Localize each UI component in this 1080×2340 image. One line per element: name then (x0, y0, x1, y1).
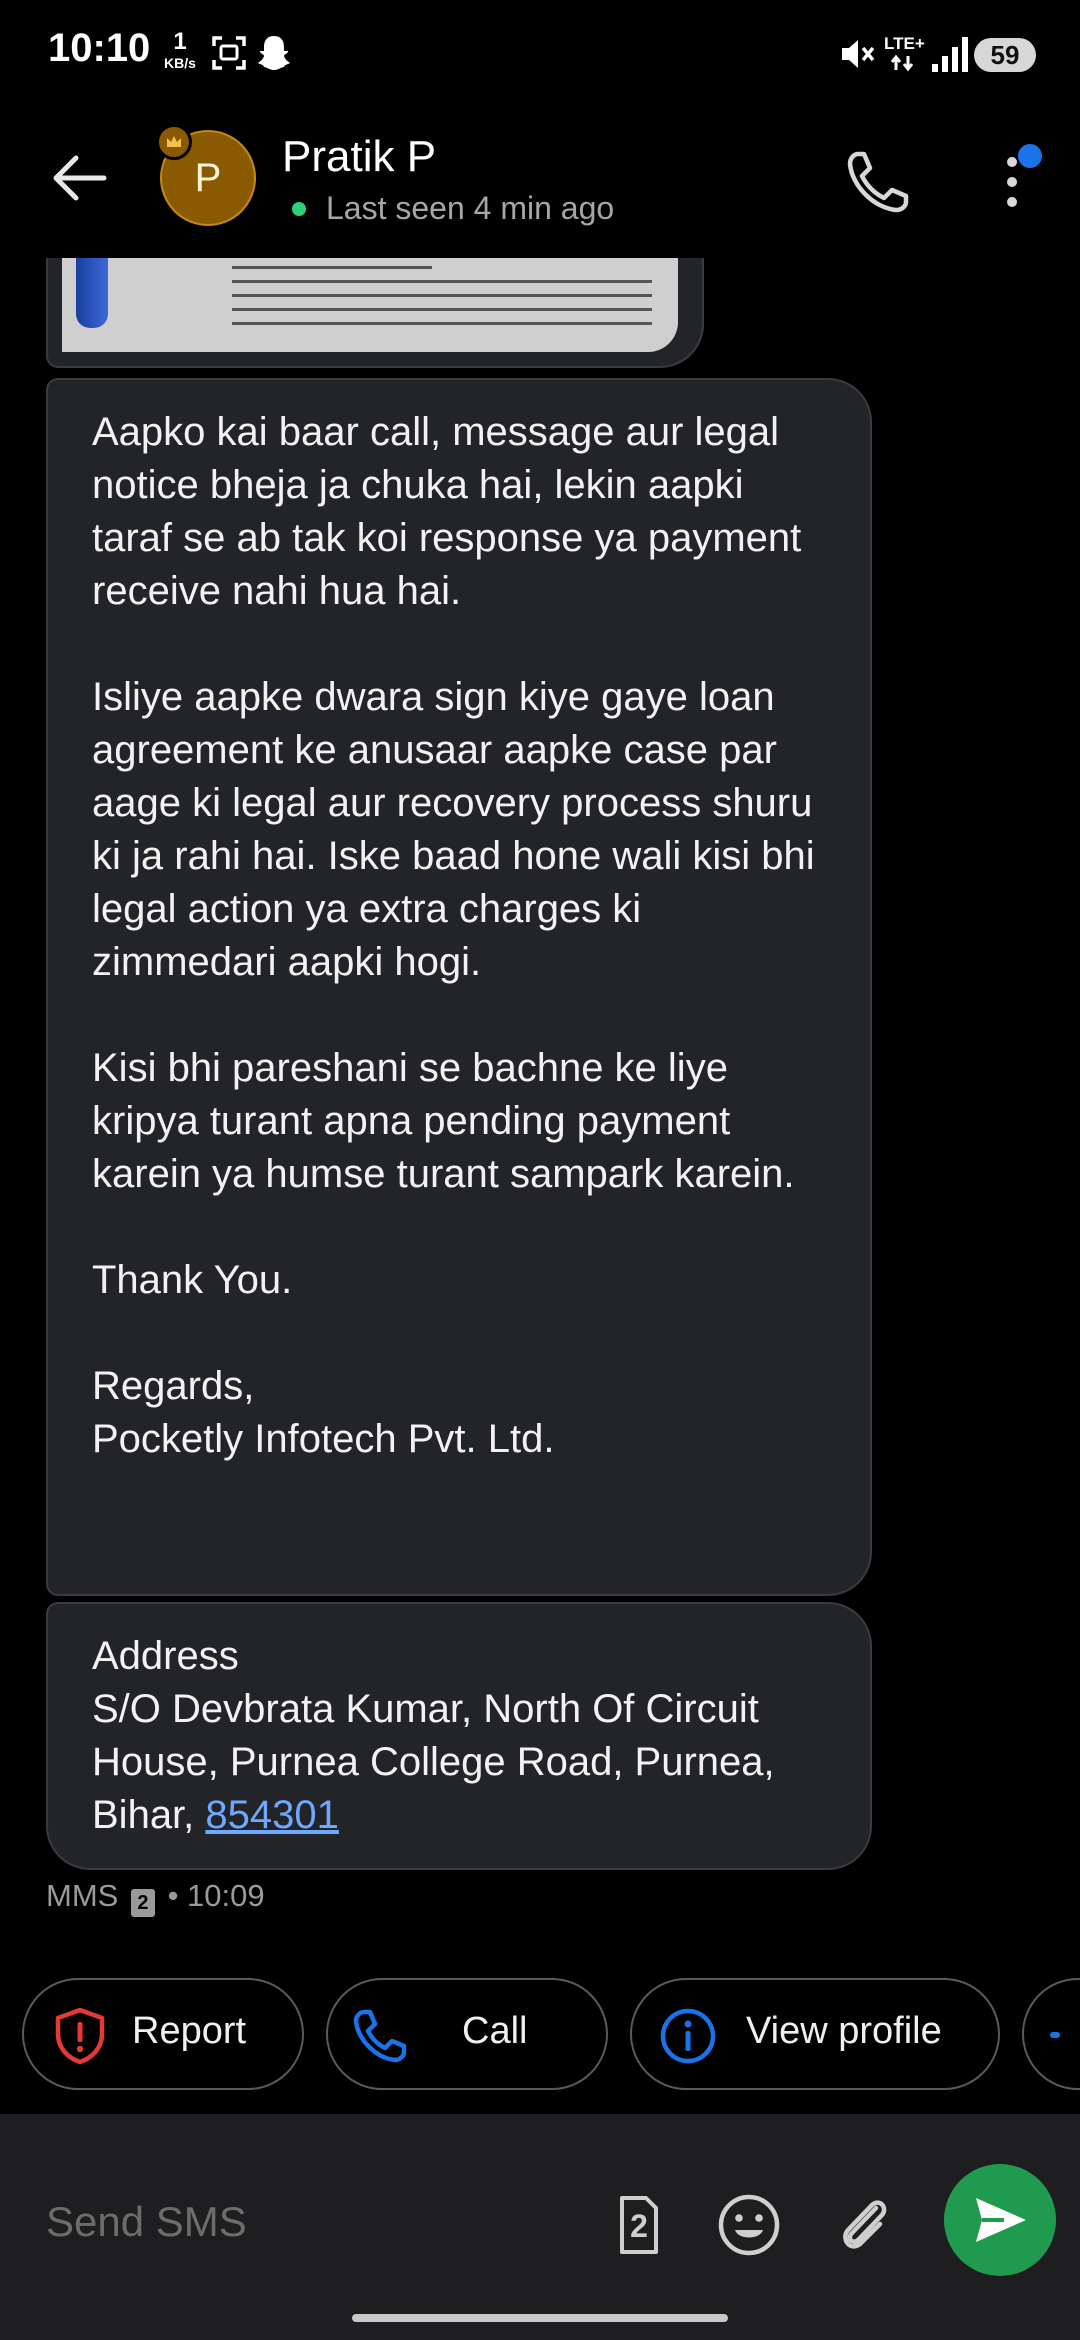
pincode-link[interactable]: 854301 (205, 1793, 338, 1837)
attached-document-image[interactable] (62, 258, 678, 352)
data-arrows-icon (890, 54, 914, 72)
sim-badge-icon: 2 (130, 1889, 155, 1917)
compose-bar: 2 (0, 2114, 1080, 2340)
call-chip-label: Call (462, 2010, 528, 2052)
address-message-bubble[interactable]: Address S/O Devbrata Kumar, North Of Cir… (46, 1602, 872, 1870)
message-time: • 10:09 (167, 1878, 265, 1913)
image-text-line (232, 294, 652, 297)
network-type-label: LTE+ (884, 34, 925, 53)
message-bubble[interactable]: Aapko kai baar call, message aur legal n… (46, 378, 872, 1596)
network-speed-value: 1 (173, 28, 187, 55)
phone-call-icon[interactable] (838, 142, 918, 222)
crown-badge-icon (156, 124, 192, 160)
image-text-line (232, 308, 652, 311)
emoji-icon[interactable] (714, 2190, 784, 2260)
send-arrow-icon (976, 2198, 1026, 2242)
online-status-dot (292, 202, 306, 216)
image-marker-shape (76, 258, 108, 328)
attach-paperclip-icon[interactable] (830, 2190, 900, 2260)
report-shield-icon (55, 2007, 105, 2065)
mute-icon (842, 40, 875, 68)
network-speed-unit: KB/s (164, 55, 196, 71)
screenshot-icon (212, 36, 246, 70)
sms-input[interactable] (0, 2114, 590, 2330)
report-chip[interactable]: Report (22, 1978, 304, 2090)
mms-image-bubble[interactable] (46, 258, 704, 368)
home-indicator[interactable] (352, 2314, 728, 2322)
message-list[interactable]: Aapko kai baar call, message aur legal n… (0, 258, 1080, 1958)
view-profile-chip[interactable]: View profile (630, 1978, 1000, 2090)
more-chip-indicator (1050, 2032, 1060, 2038)
contact-name[interactable]: Pratik P (282, 132, 436, 182)
status-bar: 10:10 1 KB/s LTE+ 59 (0, 0, 1080, 112)
signal-icon (932, 37, 968, 72)
report-chip-label: Report (132, 2010, 247, 2052)
more-options-icon[interactable] (990, 142, 1050, 222)
call-chip[interactable]: Call (326, 1978, 608, 2090)
conversation-header: P Pratik P Last seen 4 min ago (0, 112, 1080, 258)
image-text-line (232, 280, 652, 283)
network-speed: 1 KB/s (158, 28, 202, 71)
info-icon (660, 2008, 716, 2064)
suggestion-chips: Report Call View profile (0, 1978, 1080, 2094)
image-text-line (232, 322, 652, 325)
image-text-line (232, 266, 432, 269)
snapchat-icon (258, 36, 290, 70)
back-arrow-icon[interactable] (44, 142, 116, 214)
last-seen-text: Last seen 4 min ago (326, 190, 615, 226)
status-time: 10:10 (48, 26, 151, 70)
sim-select-icon[interactable]: 2 (602, 2190, 672, 2260)
address-text: Address S/O Devbrata Kumar, North Of Cir… (92, 1634, 775, 1837)
view-profile-chip-label: View profile (746, 2010, 942, 2052)
call-phone-icon (353, 2009, 407, 2063)
sim-number: 2 (630, 2208, 648, 2244)
message-meta: MMS 2 • 10:09 (46, 1878, 265, 1917)
more-chip[interactable] (1022, 1978, 1080, 2090)
send-button[interactable] (944, 2164, 1056, 2276)
battery-indicator: 59 (974, 38, 1036, 72)
message-type: MMS (46, 1878, 119, 1913)
